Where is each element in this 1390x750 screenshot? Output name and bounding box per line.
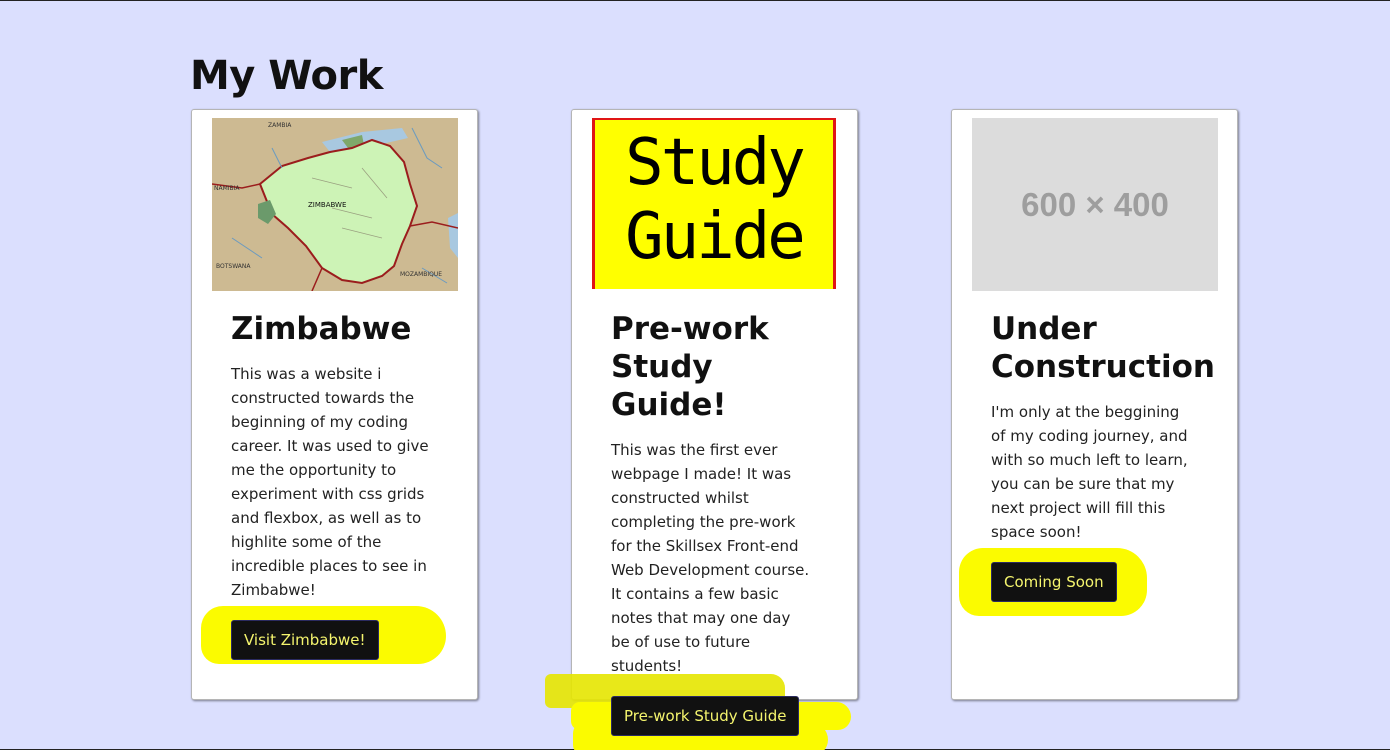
visit-zimbabwe-button[interactable]: Visit Zimbabwe!	[231, 620, 379, 660]
button-wrapper: Coming Soon	[959, 548, 1147, 616]
card-description: This was the first ever webpage I made! …	[611, 441, 810, 675]
button-wrapper: Visit Zimbabwe!	[201, 606, 446, 664]
project-card-zimbabwe: ZAMBIA NAMIBIA ZIMBABWE BOTSWANA MOZAMBI…	[191, 109, 478, 700]
card-description: This was a website i constructed towards…	[231, 365, 429, 599]
button-wrapper: Pre-work Study Guide	[545, 674, 851, 750]
svg-text:NAMIBIA: NAMIBIA	[214, 185, 240, 192]
card-title: Zimbabwe	[231, 311, 412, 347]
project-card-under-construction: 600 × 400 Under Construction I'm only at…	[951, 109, 1238, 700]
project-card-study-guide: Study Guide Pre-work Study Guide! This w…	[545, 109, 858, 750]
study-guide-line-1: Study	[625, 126, 806, 200]
svg-text:ZAMBIA: ZAMBIA	[268, 122, 292, 129]
placeholder-image: 600 × 400	[972, 118, 1218, 291]
card-body: Under Construction I'm only at the beggi…	[959, 310, 1215, 616]
svg-text:ZIMBABWE: ZIMBABWE	[308, 201, 346, 209]
placeholder-size-label: 600 × 400	[972, 118, 1218, 291]
study-guide-image: Study Guide	[592, 118, 838, 291]
card-body: Pre-work Study Guide! This was the first…	[545, 310, 851, 750]
svg-text:BOTSWANA: BOTSWANA	[216, 263, 251, 270]
zimbabwe-map-image: ZAMBIA NAMIBIA ZIMBABWE BOTSWANA MOZAMBI…	[212, 118, 458, 291]
card-title: Pre-work Study Guide!	[611, 311, 769, 423]
card-description: I'm only at the beggining of my coding j…	[991, 403, 1188, 541]
section-title: My Work	[190, 53, 383, 99]
card-title: Under Construction	[991, 311, 1215, 385]
svg-text:MOZAMBIQUE: MOZAMBIQUE	[400, 271, 442, 278]
pre-work-study-guide-button[interactable]: Pre-work Study Guide	[611, 696, 800, 736]
study-guide-line-2: Guide	[625, 200, 806, 274]
card-body: Zimbabwe This was a website i constructe…	[201, 310, 446, 664]
coming-soon-button[interactable]: Coming Soon	[991, 562, 1117, 602]
